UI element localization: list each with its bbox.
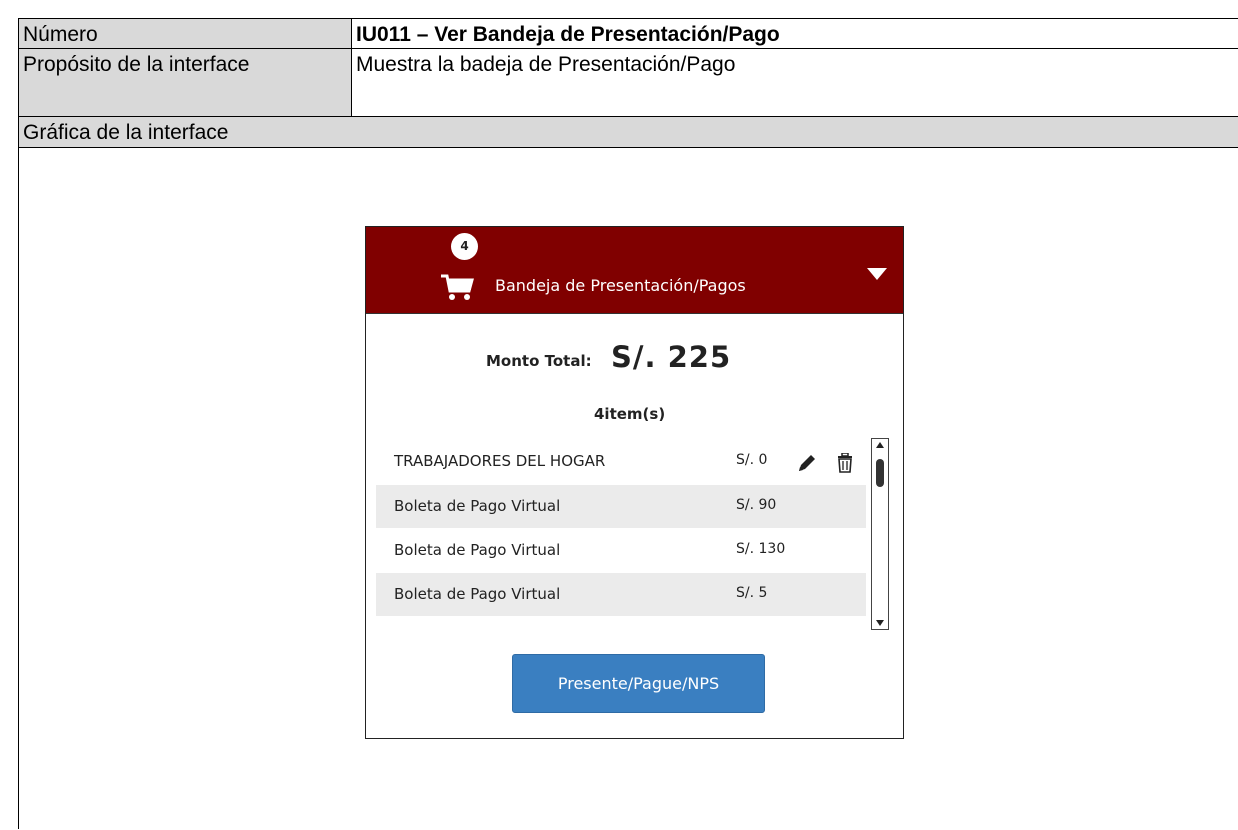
numero-label: Número: [19, 19, 352, 49]
proposito-label: Propósito de la interface: [19, 49, 352, 117]
numero-value: IU011 – Ver Bandeja de Presentación/Pago: [352, 19, 1238, 49]
list-scrollbar[interactable]: [871, 438, 889, 630]
pencil-icon[interactable]: [796, 452, 818, 474]
chevron-down-icon[interactable]: [866, 267, 888, 281]
present-pay-button[interactable]: Presente/Pague/NPS: [512, 654, 765, 713]
scroll-thumb[interactable]: [876, 459, 884, 487]
total-value: S/. 225: [611, 340, 732, 374]
grafica-label: Gráfica de la interface: [19, 117, 1238, 148]
tray-title: Bandeja de Presentación/Pagos: [495, 276, 746, 295]
item-amount: S/. 90: [736, 497, 777, 513]
total-label: Monto Total:: [486, 352, 592, 370]
trash-icon[interactable]: [836, 453, 854, 473]
item-count-badge: 4: [451, 233, 478, 260]
item-name: TRABAJADORES DEL HOGAR: [394, 452, 606, 470]
item-amount: S/. 0: [736, 452, 768, 468]
item-name: Boleta de Pago Virtual: [394, 585, 561, 603]
payment-tray-widget: 4 Bandeja de Presentación/Pagos Monto To…: [365, 226, 904, 739]
cart-icon: [441, 274, 474, 300]
item-name: Boleta de Pago Virtual: [394, 541, 561, 559]
item-amount: S/. 130: [736, 541, 786, 557]
list-item[interactable]: Boleta de Pago Virtual S/. 5: [376, 573, 866, 616]
scroll-up-icon[interactable]: [876, 442, 884, 448]
items-list: TRABAJADORES DEL HOGAR S/. 0 Boleta de P…: [376, 440, 866, 618]
scroll-down-icon[interactable]: [876, 620, 884, 626]
list-item[interactable]: Boleta de Pago Virtual S/. 130: [376, 529, 866, 572]
list-item[interactable]: TRABAJADORES DEL HOGAR S/. 0: [376, 440, 866, 483]
item-amount: S/. 5: [736, 585, 768, 601]
proposito-value: Muestra la badeja de Presentación/Pago: [352, 49, 1238, 117]
tray-header[interactable]: 4 Bandeja de Presentación/Pagos: [366, 227, 903, 314]
list-item[interactable]: Boleta de Pago Virtual S/. 90: [376, 485, 866, 528]
item-name: Boleta de Pago Virtual: [394, 497, 561, 515]
items-count: 4item(s): [594, 405, 666, 423]
